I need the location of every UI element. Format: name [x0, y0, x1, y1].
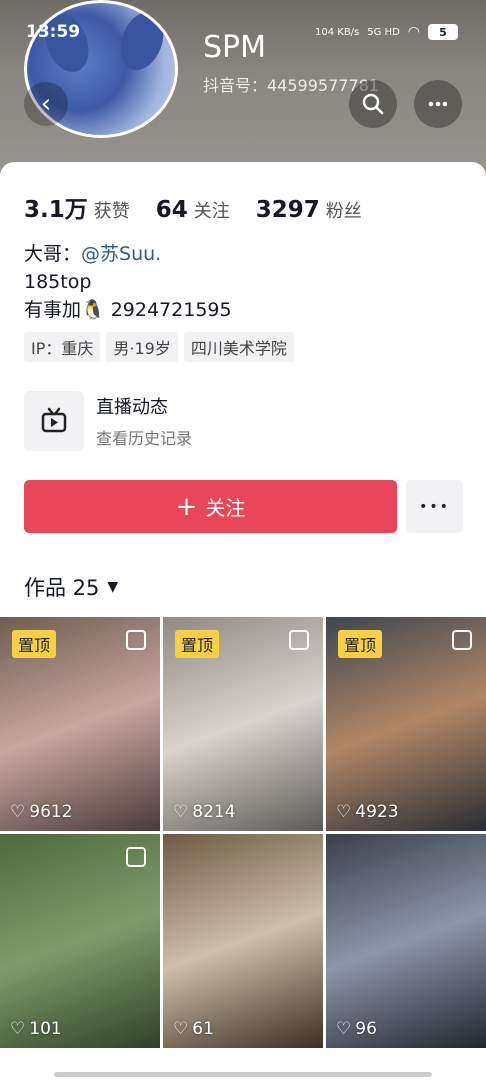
work-thumbnail[interactable]: ♡ 61	[163, 834, 323, 1048]
works-title: 作品 25	[24, 576, 100, 600]
stat-following[interactable]: 64 关注	[156, 197, 230, 223]
work-thumbnail[interactable]: ♡ 101	[0, 834, 160, 1048]
live-text: 直播动态 查看历史记录	[96, 393, 192, 449]
live-subtitle: 查看历史记录	[96, 429, 193, 448]
bio-mention-link[interactable]: @苏Suu.	[81, 243, 161, 265]
heart-icon: ♡	[336, 802, 352, 822]
like-count-value: 8214	[192, 802, 236, 822]
live-title: 直播动态	[96, 397, 168, 418]
pinned-badge: 置顶	[12, 630, 57, 658]
stat-value: 64	[155, 197, 188, 223]
live-history-entry[interactable]: 直播动态 查看历史记录	[24, 391, 192, 451]
select-checkbox-icon	[452, 630, 472, 650]
status-time: 13:59	[26, 22, 81, 42]
stat-likes[interactable]: 3.1万 获赞	[24, 190, 130, 224]
more-options-button[interactable]	[414, 80, 462, 128]
status-indicators: 104 KB/s 5G HD ◠ 5	[315, 24, 458, 40]
stat-value: 3.1万	[24, 197, 88, 223]
more-icon	[428, 101, 448, 107]
tv-icon	[24, 391, 84, 451]
tag-gender-age: 男·19岁	[106, 332, 178, 362]
work-thumbnail[interactable]: 置顶 ♡ 4923	[326, 617, 486, 831]
like-count: ♡ 4923	[336, 802, 399, 822]
stat-value: 3297	[255, 197, 320, 223]
ellipsis-icon: •••	[419, 498, 450, 515]
heart-icon: ♡	[10, 1019, 26, 1039]
profile-stats: 3.1万 获赞 64 关注 3297 粉丝	[24, 190, 388, 224]
work-thumbnail[interactable]: 置顶 ♡ 8214	[163, 617, 323, 831]
tag-school[interactable]: 四川美术学院	[183, 332, 294, 362]
pinned-badge: 置顶	[338, 630, 383, 658]
profile-tags: IP：重庆 男·19岁 四川美术学院	[24, 332, 294, 362]
tag-ip: IP：重庆	[24, 332, 101, 362]
bio-text: 大哥：	[24, 243, 82, 265]
follow-label: 关注	[205, 496, 246, 520]
stat-label: 关注	[193, 201, 230, 222]
heart-icon: ♡	[10, 802, 26, 822]
caret-down-icon: ▼	[107, 579, 119, 595]
like-count: ♡ 9612	[10, 802, 73, 822]
follow-button[interactable]: + 关注	[24, 480, 397, 533]
battery-icon: 5	[428, 24, 458, 40]
like-count-value: 96	[355, 1019, 377, 1039]
heart-icon: ♡	[336, 1019, 352, 1039]
net-speed: 104 KB/s	[315, 26, 360, 38]
stat-label: 粉丝	[325, 201, 362, 222]
back-button[interactable]: ‹	[24, 82, 68, 126]
like-count-value: 4923	[355, 802, 399, 822]
pinned-badge: 置顶	[175, 630, 220, 658]
search-button[interactable]	[349, 80, 397, 128]
wifi-icon: ◠	[407, 24, 420, 40]
heart-icon: ♡	[173, 1019, 189, 1039]
like-count-value: 101	[29, 1019, 62, 1039]
home-indicator	[54, 1072, 432, 1077]
like-count: ♡ 96	[336, 1019, 377, 1039]
like-count-value: 61	[192, 1019, 214, 1039]
select-checkbox-icon	[126, 847, 146, 867]
stat-followers[interactable]: 3297 粉丝	[256, 197, 362, 223]
bio-line: 大哥：@苏Suu.	[24, 240, 232, 268]
bio-line: 有事加🐧 2924721595	[24, 299, 232, 321]
like-count: ♡ 61	[173, 1019, 214, 1039]
chevron-left-icon: ‹	[40, 89, 52, 119]
like-count: ♡ 8214	[173, 802, 236, 822]
profile-card: 3.1万 获赞 64 关注 3297 粉丝 大哥：@苏Suu. 185top 有…	[0, 162, 486, 1080]
profile-nickname: SPM	[203, 30, 267, 65]
works-tab[interactable]: 作品 25 ▼	[24, 572, 118, 602]
more-actions-button[interactable]: •••	[406, 480, 463, 533]
stat-label: 获赞	[93, 201, 130, 222]
bio-line: 185top	[24, 271, 92, 293]
select-checkbox-icon	[289, 630, 309, 650]
network-type: 5G HD	[367, 26, 400, 38]
select-checkbox-icon	[126, 630, 146, 650]
work-thumbnail[interactable]: ♡ 96	[326, 834, 486, 1048]
heart-icon: ♡	[173, 802, 189, 822]
profile-bio: 大哥：@苏Suu. 185top 有事加🐧 2924721595	[24, 240, 232, 324]
search-icon	[362, 93, 384, 115]
like-count: ♡ 101	[10, 1019, 62, 1039]
like-count-value: 9612	[29, 802, 73, 822]
plus-icon: +	[175, 491, 198, 522]
work-thumbnail[interactable]: 置顶 ♡ 9612	[0, 617, 160, 831]
